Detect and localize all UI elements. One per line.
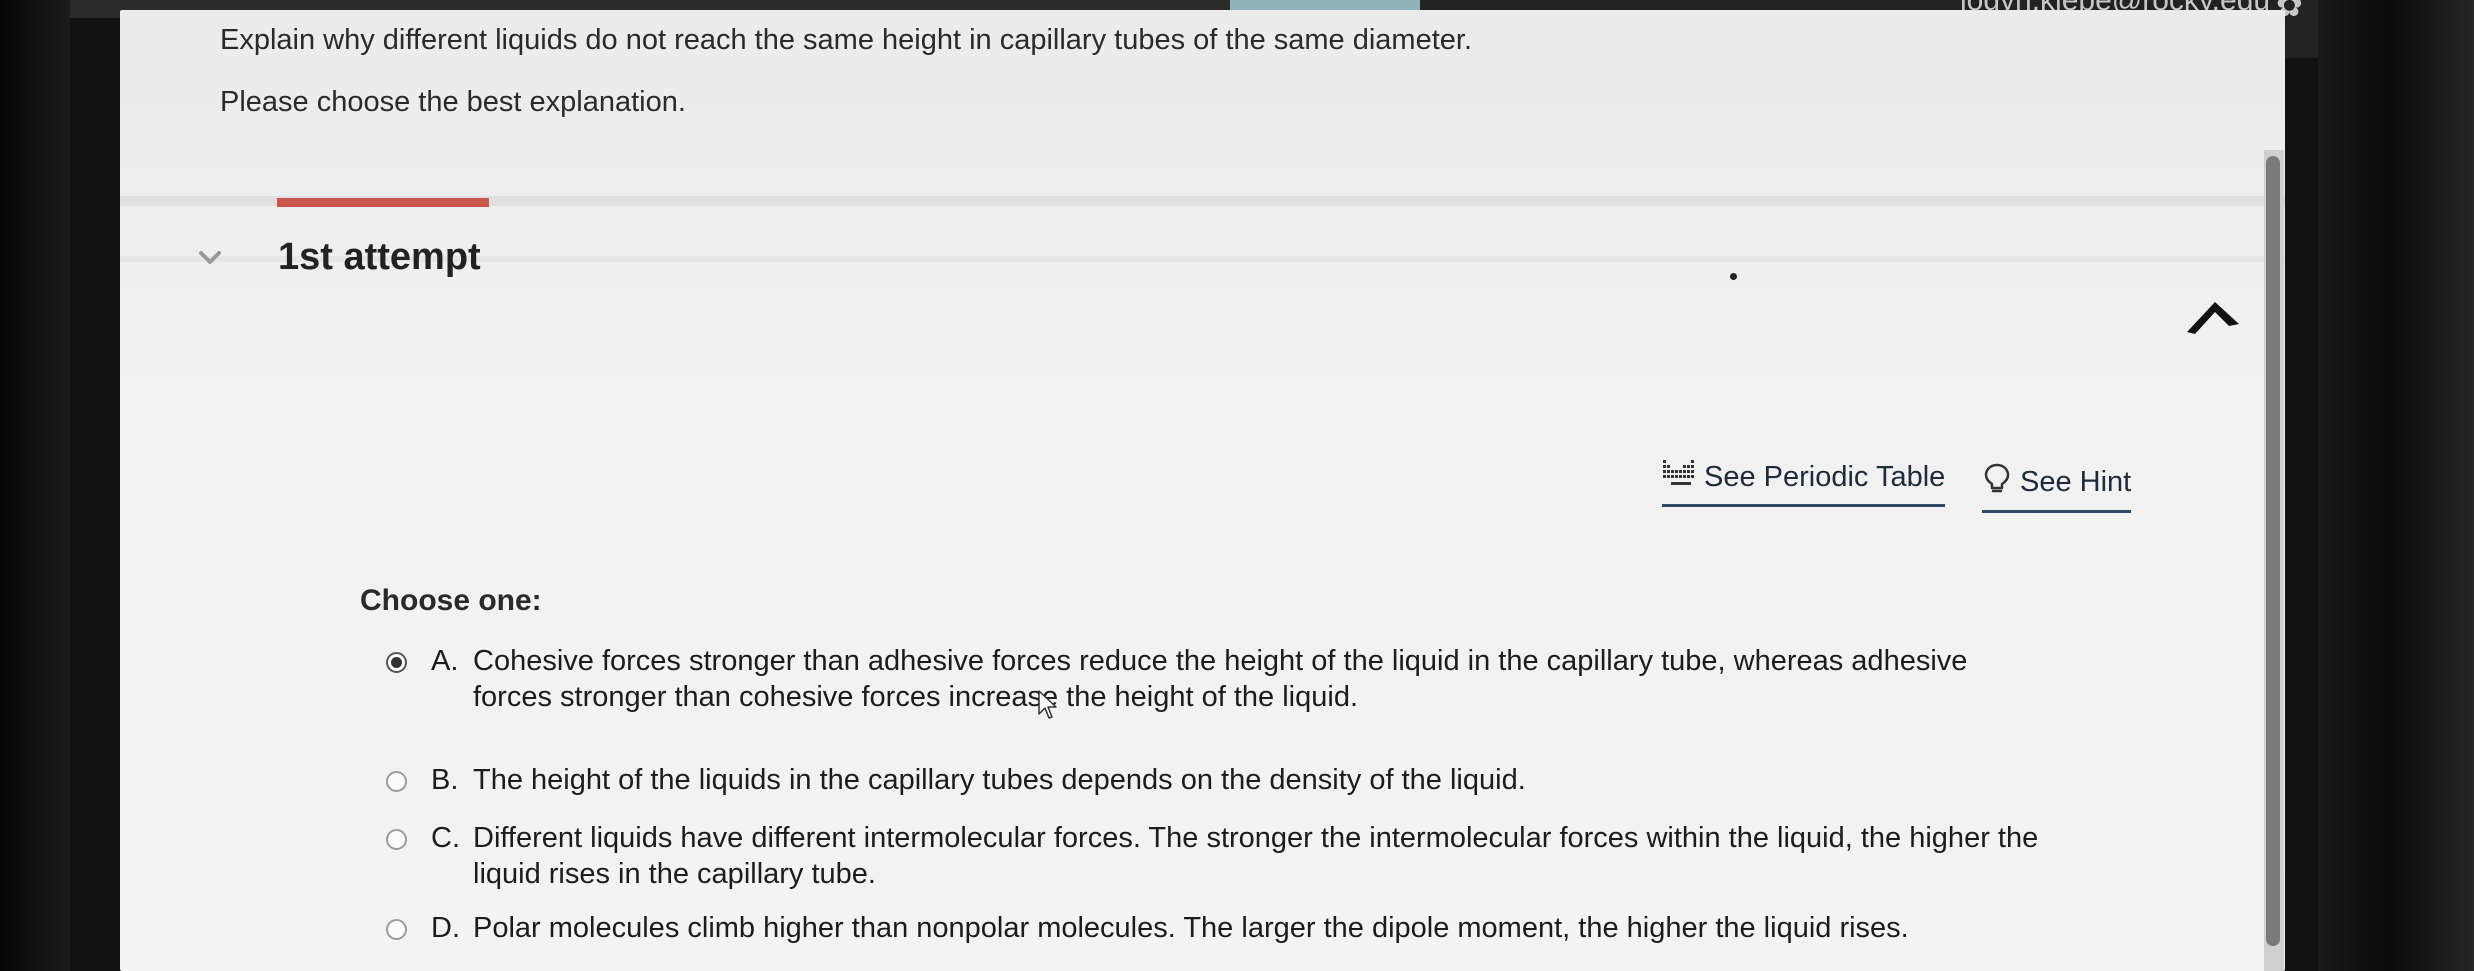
question-prompt: Explain why different liquids do not rea… — [220, 24, 1473, 56]
choice-option-c[interactable]: C. Different liquids have different inte… — [380, 820, 2040, 892]
see-hint-label: See Hint — [2020, 465, 2132, 498]
choice-letter: D. — [431, 912, 460, 944]
choice-letter: A. — [431, 645, 459, 677]
choice-option-a[interactable]: A. Cohesive forces stronger than adhesiv… — [380, 643, 2040, 715]
radio-a[interactable] — [386, 652, 407, 673]
see-periodic-table-link[interactable]: See Periodic Table — [1662, 458, 1946, 507]
choice-text: Different liquids have different intermo… — [473, 822, 2039, 890]
left-bezel — [0, 0, 70, 971]
radio-b[interactable] — [386, 771, 407, 792]
choice-letter: C. — [431, 822, 460, 854]
choice-text: Polar molecules climb higher than nonpol… — [473, 912, 1909, 944]
scrollbar-thumb[interactable] — [2266, 156, 2280, 946]
radio-c[interactable] — [386, 829, 407, 850]
attempt-progress-indicator — [277, 198, 489, 207]
lightbulb-icon — [1982, 462, 2012, 502]
collapse-arrow-icon[interactable] — [2183, 296, 2243, 338]
right-bezel — [2318, 0, 2474, 971]
chevron-down-icon[interactable] — [198, 245, 222, 269]
radio-d[interactable] — [386, 919, 407, 940]
choice-text: Cohesive forces stronger than adhesive f… — [473, 645, 1968, 713]
question-instruction: Please choose the best explanation. — [220, 86, 686, 118]
choice-text: The height of the liquids in the capilla… — [473, 764, 1526, 796]
choice-letter: B. — [431, 764, 459, 796]
choice-option-d[interactable]: D. Polar molecules climb higher than non… — [380, 910, 2040, 946]
see-hint-link[interactable]: See Hint — [1982, 462, 2132, 513]
see-periodic-table-label: See Periodic Table — [1704, 460, 1946, 493]
periodic-table-icon — [1662, 458, 1696, 496]
mouse-cursor-icon — [1038, 690, 1058, 720]
choice-option-b[interactable]: B. The height of the liquids in the capi… — [380, 762, 2040, 798]
attempt-title: 1st attempt — [278, 236, 481, 278]
status-dot — [1730, 273, 1737, 280]
choose-one-label: Choose one: — [360, 584, 542, 617]
